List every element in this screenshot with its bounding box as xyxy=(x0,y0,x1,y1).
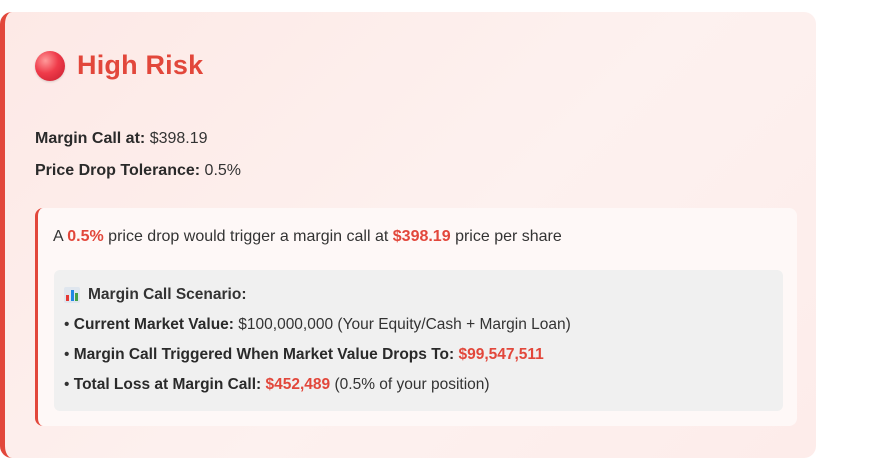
risk-level-label: High Risk xyxy=(77,50,204,80)
bullet: • xyxy=(64,346,70,363)
bar-chart-icon xyxy=(64,287,80,303)
loss-value: $452,489 xyxy=(265,376,331,393)
loss-label: Total Loss at Margin Call: xyxy=(73,376,262,393)
margin-call-line: Margin Call at: $398.19 xyxy=(35,130,208,148)
explanation-suffix: price per share xyxy=(455,228,562,245)
red-circle-icon xyxy=(35,50,65,81)
risk-card: High Risk Margin Call at: $398.19 Price … xyxy=(0,12,816,458)
trigger-price: $398.19 xyxy=(392,228,451,245)
market-value-label: Current Market Value: xyxy=(73,316,234,333)
market-value-note: (Your Equity/Cash + Margin Loan) xyxy=(337,316,571,333)
bullet: • xyxy=(64,316,70,333)
scenario-title-row: Margin Call Scenario: xyxy=(64,286,246,304)
tolerance-value: 0.5% xyxy=(204,162,242,179)
tolerance-line: Price Drop Tolerance: 0.5% xyxy=(35,162,241,180)
explanation-middle: price drop would trigger a margin call a… xyxy=(108,228,389,245)
margin-call-value: $398.19 xyxy=(149,130,208,147)
market-value: $100,000,000 xyxy=(238,316,334,333)
explanation-sentence: A 0.5% price drop would trigger a margin… xyxy=(53,228,562,246)
explanation-box: A 0.5% price drop would trigger a margin… xyxy=(35,208,797,426)
loss-line: • Total Loss at Margin Call: $452,489 (0… xyxy=(64,376,490,394)
market-value-line: • Current Market Value: $100,000,000 (Yo… xyxy=(64,316,571,334)
trigger-label: Margin Call Triggered When Market Value … xyxy=(73,346,455,363)
tolerance-label: Price Drop Tolerance: xyxy=(35,162,201,179)
margin-call-scenario: Margin Call Scenario: • Current Market V… xyxy=(54,270,783,411)
drop-percent: 0.5% xyxy=(67,228,104,245)
risk-heading: High Risk xyxy=(35,50,203,81)
loss-note: (0.5% of your position) xyxy=(334,376,490,393)
explanation-prefix: A xyxy=(53,228,63,245)
trigger-line: • Margin Call Triggered When Market Valu… xyxy=(64,346,544,364)
bullet: • xyxy=(64,376,70,393)
scenario-title: Margin Call Scenario: xyxy=(88,286,247,303)
trigger-value: $99,547,511 xyxy=(458,346,544,363)
margin-call-label: Margin Call at: xyxy=(35,130,146,147)
